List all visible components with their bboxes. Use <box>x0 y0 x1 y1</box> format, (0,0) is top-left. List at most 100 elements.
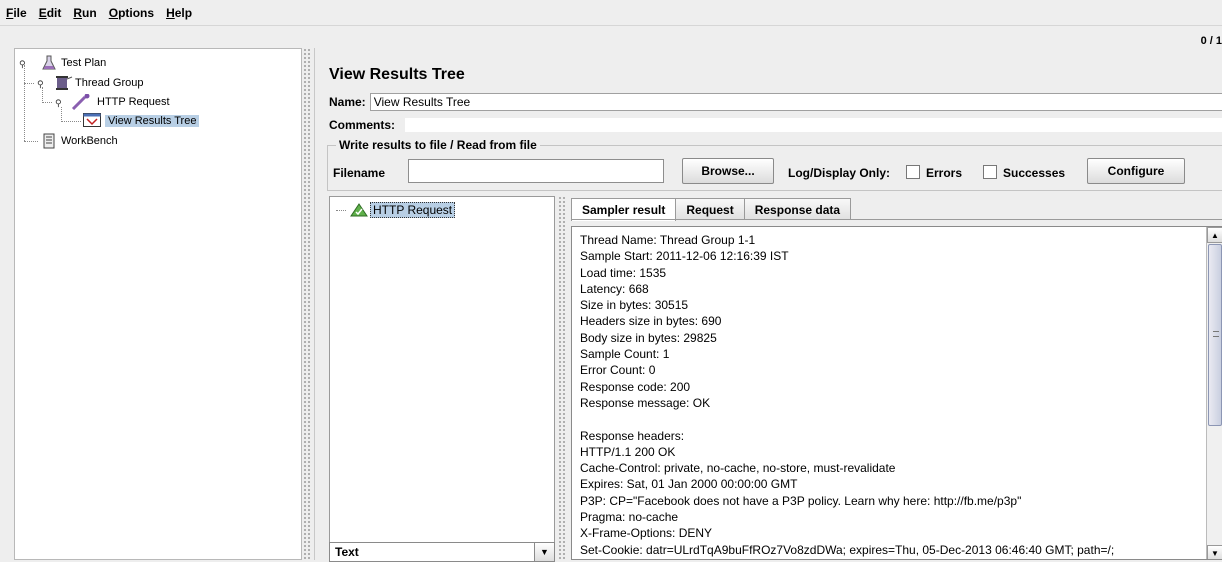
result-item-label: HTTP Request <box>370 202 456 218</box>
tab-response-data[interactable]: Response data <box>743 198 852 220</box>
menu-run-mnemonic: R <box>73 5 83 20</box>
successes-label: Successes <box>1003 166 1066 180</box>
test-plan-tree: ⚲ Test Plan ⚲ Thread Group ⚲ HTTP Reques… <box>14 48 302 560</box>
response-line: Response message: OK <box>580 395 711 410</box>
response-line: HTTP/1.1 200 OK <box>580 444 676 459</box>
sample-results-list: HTTP Request <box>329 196 555 560</box>
response-line: Response code: 200 <box>580 379 691 394</box>
scroll-thumb[interactable] <box>1208 244 1222 426</box>
successes-checkbox[interactable] <box>983 165 997 179</box>
vertical-scrollbar[interactable]: ▲ ▼ <box>1206 227 1222 559</box>
response-line: Set-Cookie: datr=ULrdTqA9buFfROz7Vo8zdDW… <box>580 542 1115 557</box>
results-splitter[interactable] <box>558 196 566 560</box>
tree-connector <box>24 65 25 141</box>
configure-button[interactable]: Configure <box>1087 158 1185 184</box>
response-line: Cache-Control: private, no-cache, no-sto… <box>580 461 896 476</box>
response-line: Headers size in bytes: 690 <box>580 314 722 329</box>
response-line: Body size in bytes: 29825 <box>580 330 717 345</box>
tree-node-test-plan[interactable]: Test Plan <box>41 55 106 71</box>
tab-request[interactable]: Request <box>675 198 745 220</box>
tree-node-view-results-tree[interactable]: View Results Tree <box>83 113 200 129</box>
renderer-select[interactable]: Text ▼ <box>329 542 555 562</box>
page-title: View Results Tree <box>329 66 465 83</box>
sampler-result-text-area[interactable]: Thread Name: Thread Group 1-1 Sample Star… <box>571 226 1222 560</box>
sampler-result-text: Thread Name: Thread Group 1-1 Sample Star… <box>580 232 1114 558</box>
tree-node-workbench[interactable]: WorkBench <box>41 133 118 149</box>
write-results-legend: Write results to file / Read from file <box>336 138 540 152</box>
menu-run[interactable]: Run <box>73 6 96 20</box>
response-line: Sample Count: 1 <box>580 347 670 362</box>
errors-checkbox[interactable] <box>906 165 920 179</box>
response-line: Error Count: 0 <box>580 363 656 378</box>
response-line: Size in bytes: 30515 <box>580 298 689 313</box>
scroll-up-icon[interactable]: ▲ <box>1207 227 1222 243</box>
response-line: P3P: CP="Facebook does not have a P3P po… <box>580 493 1022 508</box>
menu-edit-mnemonic: E <box>38 5 47 20</box>
response-line: Thread Name: Thread Group 1-1 <box>580 233 756 247</box>
comments-label: Comments: <box>329 118 396 132</box>
errors-label: Errors <box>926 166 963 180</box>
workbench-icon <box>41 133 57 149</box>
tree-connector <box>336 209 346 211</box>
menu-help[interactable]: Help <box>166 6 192 20</box>
menu-help-mnemonic: H <box>166 5 175 20</box>
success-triangle-icon <box>350 203 368 217</box>
tree-node-thread-group[interactable]: Thread Group <box>55 75 143 91</box>
main-splitter[interactable] <box>303 48 312 560</box>
browse-button[interactable]: Browse... <box>682 158 774 184</box>
response-line <box>580 411 1114 427</box>
tree-connector <box>24 141 38 142</box>
comments-field[interactable] <box>405 118 1222 132</box>
tree-node-label: WorkBench <box>61 135 118 147</box>
menu-file-label: ile <box>13 5 27 20</box>
renderer-select-value: Text <box>335 545 359 559</box>
pipette-icon <box>71 93 93 111</box>
scroll-down-icon[interactable]: ▼ <box>1207 545 1222 559</box>
tab-sampler-result[interactable]: Sampler result <box>571 198 677 221</box>
tree-connector <box>24 83 34 84</box>
results-tree-icon <box>83 113 101 129</box>
filename-label: Filename <box>333 166 386 180</box>
menu-options-mnemonic: O <box>108 5 119 20</box>
menu-edit-label: dit <box>46 5 62 20</box>
result-tabs: Sampler result Request Response data <box>571 198 852 221</box>
spool-icon <box>55 75 73 91</box>
response-line: Sample Start: 2011-12-06 12:16:39 IST <box>580 249 789 264</box>
tree-connector <box>42 87 43 103</box>
tab-underline <box>571 219 1222 220</box>
running-thread-count: 0 / 1 <box>1200 35 1222 47</box>
chevron-down-icon[interactable]: ▼ <box>534 543 554 561</box>
menu-options[interactable]: Options <box>109 6 154 20</box>
expand-toggle-icon[interactable]: ⚲ <box>19 59 27 69</box>
tree-node-http-request[interactable]: HTTP Request <box>71 93 170 111</box>
menu-options-label: ptions <box>118 5 155 20</box>
thumb-grip-icon <box>1213 331 1219 337</box>
menu-run-label: un <box>82 5 97 20</box>
view-results-tree-panel: View Results Tree Name: View Results Tre… <box>314 48 1222 562</box>
log-display-only-label: Log/Display Only: <box>788 166 891 180</box>
menu-edit[interactable]: Edit <box>39 6 62 20</box>
response-line: Response headers: <box>580 428 685 443</box>
result-item-http-request[interactable]: HTTP Request <box>336 202 456 218</box>
tree-connector <box>61 121 81 122</box>
response-line: Expires: Sat, 01 Jan 2000 00:00:00 GMT <box>580 477 798 492</box>
menu-bar: File Edit Run Options Help <box>0 0 1222 26</box>
name-field[interactable]: View Results Tree <box>369 93 1222 111</box>
tree-connector <box>42 102 52 103</box>
name-label: Name: <box>329 95 366 109</box>
menu-help-label: elp <box>174 5 193 20</box>
tree-node-label: Test Plan <box>61 57 107 69</box>
menu-file[interactable]: File <box>6 6 27 20</box>
tree-connector <box>61 107 62 122</box>
filename-input[interactable] <box>408 159 664 183</box>
response-line: X-Frame-Options: DENY <box>580 526 713 541</box>
response-line: Load time: 1535 <box>580 265 667 280</box>
tree-node-label: HTTP Request <box>97 96 170 108</box>
write-results-group: Write results to file / Read from file F… <box>327 138 1222 191</box>
expand-toggle-icon[interactable]: ⚲ <box>55 98 63 108</box>
tree-node-label: View Results Tree <box>105 115 200 127</box>
response-line: Latency: 668 <box>580 281 649 296</box>
tree-node-label: Thread Group <box>75 77 144 89</box>
expand-toggle-icon[interactable]: ⚲ <box>37 79 45 89</box>
name-row: Name: View Results Tree <box>329 93 1222 111</box>
